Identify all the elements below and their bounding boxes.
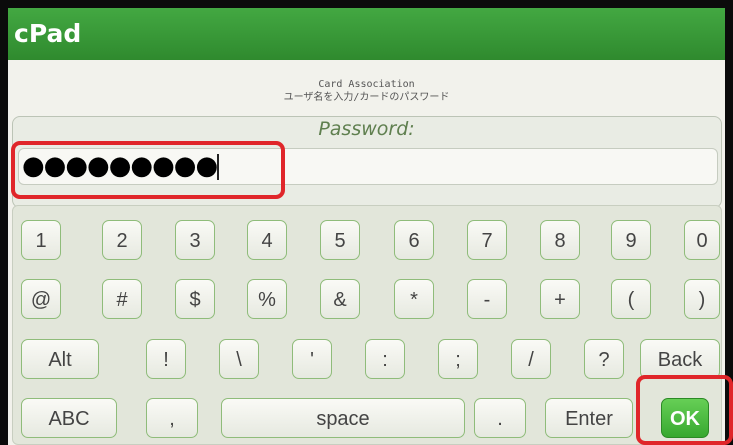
key-dollar[interactable]: $ — [175, 279, 215, 319]
key-hash[interactable]: # — [102, 279, 142, 319]
cpad-screen: cPad Card Association ユーザ名を入力/カードのパスワード … — [8, 8, 725, 445]
key-comma[interactable]: , — [146, 398, 198, 438]
key-open-paren[interactable]: ( — [611, 279, 651, 319]
key-percent[interactable]: % — [247, 279, 287, 319]
key-8[interactable]: 8 — [540, 220, 580, 260]
password-label: Password: — [318, 118, 415, 140]
key-question[interactable]: ? — [584, 339, 624, 379]
key-colon[interactable]: : — [365, 339, 405, 379]
abc-key[interactable]: ABC — [21, 398, 117, 438]
onscreen-keyboard: 1 2 3 4 5 6 7 8 9 0 @ # $ % & * - + ( ) … — [12, 205, 722, 445]
key-9[interactable]: 9 — [611, 220, 651, 260]
key-semicolon[interactable]: ; — [438, 339, 478, 379]
password-highlight-box — [11, 141, 285, 199]
key-3[interactable]: 3 — [175, 220, 215, 260]
back-key[interactable]: Back — [640, 339, 720, 379]
key-7[interactable]: 7 — [467, 220, 507, 260]
ok-highlight-box — [636, 375, 733, 445]
key-0[interactable]: 0 — [684, 220, 720, 260]
key-ampersand[interactable]: & — [320, 279, 360, 319]
enter-key[interactable]: Enter — [545, 398, 633, 438]
key-plus[interactable]: + — [540, 279, 580, 319]
subtitle-line-1: Card Association — [318, 79, 415, 90]
dialog-subtitle: Card Association ユーザ名を入力/カードのパスワード — [8, 78, 725, 104]
key-period[interactable]: . — [474, 398, 526, 438]
key-minus[interactable]: - — [467, 279, 507, 319]
key-1[interactable]: 1 — [21, 220, 61, 260]
key-2[interactable]: 2 — [102, 220, 142, 260]
space-key[interactable]: space — [221, 398, 465, 438]
key-5[interactable]: 5 — [320, 220, 360, 260]
key-6[interactable]: 6 — [394, 220, 434, 260]
key-slash[interactable]: / — [511, 339, 551, 379]
key-apostrophe[interactable]: ' — [292, 339, 332, 379]
app-title: cPad — [8, 8, 725, 60]
key-backslash[interactable]: \ — [219, 339, 259, 379]
key-4[interactable]: 4 — [247, 220, 287, 260]
alt-key[interactable]: Alt — [21, 339, 99, 379]
key-at[interactable]: @ — [21, 279, 61, 319]
key-asterisk[interactable]: * — [394, 279, 434, 319]
key-exclamation[interactable]: ! — [146, 339, 186, 379]
subtitle-line-2: ユーザ名を入力/カードのパスワード — [283, 92, 450, 103]
key-close-paren[interactable]: ) — [684, 279, 720, 319]
